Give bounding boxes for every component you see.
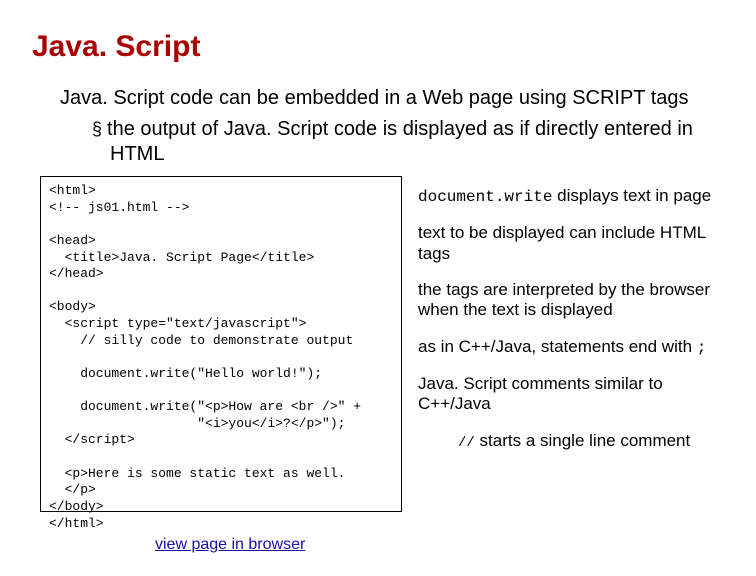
note-semicolon: as in C++/Java, statements end with ; — [418, 337, 738, 358]
code-block: <html> <!-- js01.html --> <head> <title>… — [40, 176, 402, 512]
note-semicolon-text: as in C++/Java, statements end with — [418, 337, 697, 356]
slide: Java. Script Java. Script code can be em… — [0, 0, 756, 576]
note-document-write: document.write displays text in page — [418, 186, 738, 207]
note-single-line-comment-text: starts a single line comment — [475, 431, 690, 450]
intro-text: Java. Script code can be embedded in a W… — [60, 86, 736, 111]
view-page-link[interactable]: view page in browser — [155, 536, 305, 554]
right-column: document.write displays text in page tex… — [418, 186, 738, 468]
code-text: <html> <!-- js01.html --> <head> <title>… — [49, 183, 361, 531]
note-single-line-comment: // starts a single line comment — [458, 431, 738, 452]
note-interpreted: the tags are interpreted by the browser … — [418, 280, 738, 321]
mono-semicolon: ; — [697, 339, 707, 357]
note-comments: Java. Script comments similar to C++/Jav… — [418, 374, 738, 415]
mono-document-write: document.write — [418, 188, 552, 206]
mono-slashslash: // — [458, 435, 475, 451]
bullet-item: the output of Java. Script code is displ… — [110, 117, 736, 167]
note-html-tags: text to be displayed can include HTML ta… — [418, 223, 738, 264]
page-title: Java. Script — [32, 30, 736, 64]
note-document-write-text: displays text in page — [552, 186, 711, 205]
